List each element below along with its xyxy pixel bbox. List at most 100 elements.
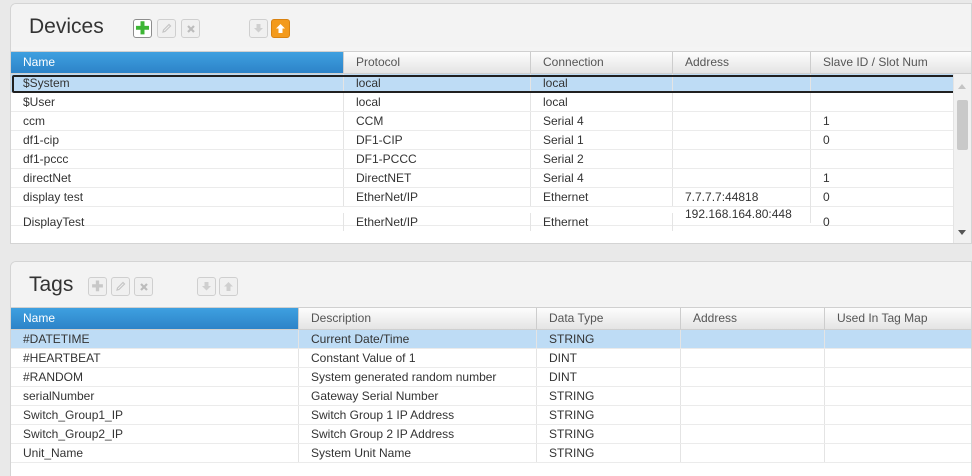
arrow-up-icon — [224, 282, 233, 291]
table-row[interactable]: Switch_Group1_IP Switch Group 1 IP Addre… — [11, 406, 971, 425]
cell-slave-id: 0 — [811, 213, 956, 231]
cell-name: #DATETIME — [11, 330, 299, 348]
scrollbar-thumb[interactable] — [957, 100, 968, 150]
cell-slave-id — [811, 93, 956, 111]
cell-protocol: DF1-CIP — [344, 131, 531, 149]
move-down-device-button[interactable] — [249, 19, 268, 38]
cell-used-in-tag-map — [825, 387, 971, 405]
edit-tag-button[interactable] — [111, 277, 130, 296]
tags-panel: Tags ✚ Name Description Data Type Addres… — [10, 261, 972, 476]
cell-name: #RANDOM — [11, 368, 299, 386]
cell-slave-id: 0 — [811, 131, 956, 149]
pencil-icon — [116, 281, 126, 291]
devices-title: Devices — [29, 15, 104, 38]
cell-data-type: STRING — [537, 330, 681, 348]
table-row[interactable]: #HEARTBEAT Constant Value of 1 DINT — [11, 349, 971, 368]
col-header-address[interactable]: Address — [673, 52, 811, 73]
scroll-down-arrow[interactable] — [958, 230, 966, 235]
cell-connection: local — [531, 74, 673, 92]
cell-name: $System — [11, 74, 344, 92]
cell-used-in-tag-map — [825, 425, 971, 443]
table-row[interactable]: directNet DirectNET Serial 4 1 — [11, 169, 956, 188]
arrow-down-icon — [254, 24, 263, 33]
cell-protocol: DirectNET — [344, 169, 531, 187]
table-row[interactable]: serialNumber Gateway Serial Number STRIN… — [11, 387, 971, 406]
cell-used-in-tag-map — [825, 330, 971, 348]
cell-protocol: DF1-PCCC — [344, 150, 531, 168]
cell-name: directNet — [11, 169, 344, 187]
cell-description: Switch Group 2 IP Address — [299, 425, 537, 443]
cell-connection: Ethernet — [531, 188, 673, 206]
table-row[interactable]: #DATETIME Current Date/Time STRING — [11, 330, 971, 349]
table-row[interactable]: df1-cip DF1-CIP Serial 1 0 — [11, 131, 956, 150]
cell-address — [681, 368, 825, 386]
cell-description: Switch Group 1 IP Address — [299, 406, 537, 424]
col-header-address[interactable]: Address — [681, 308, 825, 329]
col-header-protocol[interactable]: Protocol — [344, 52, 531, 73]
cell-address — [681, 425, 825, 443]
move-down-tag-button[interactable] — [197, 277, 216, 296]
col-header-description[interactable]: Description — [299, 308, 537, 329]
cell-address — [673, 150, 811, 168]
cell-connection: Serial 4 — [531, 112, 673, 130]
cell-data-type: STRING — [537, 444, 681, 462]
cell-description: Constant Value of 1 — [299, 349, 537, 367]
delete-device-button[interactable] — [181, 19, 200, 38]
cell-address — [673, 131, 811, 149]
plus-icon: ✚ — [135, 18, 150, 38]
arrow-up-icon — [276, 24, 285, 33]
tags-table-header: Name Description Data Type Address Used … — [11, 307, 971, 330]
col-header-name[interactable]: Name — [11, 52, 344, 73]
move-up-tag-button[interactable] — [219, 277, 238, 296]
cell-name: DisplayTest — [11, 213, 344, 231]
cell-slave-id — [811, 150, 956, 168]
add-tag-button[interactable]: ✚ — [88, 277, 107, 296]
cell-slave-id: 1 — [811, 112, 956, 130]
add-device-button[interactable]: ✚ — [133, 19, 152, 38]
table-row[interactable]: $User local local — [11, 93, 956, 112]
cell-slave-id: 1 — [811, 169, 956, 187]
cell-connection: Serial 1 — [531, 131, 673, 149]
edit-device-button[interactable] — [157, 19, 176, 38]
cell-connection: Serial 2 — [531, 150, 673, 168]
x-icon — [139, 282, 148, 291]
cell-address — [681, 349, 825, 367]
cell-description: System generated random number — [299, 368, 537, 386]
x-icon — [186, 24, 195, 33]
col-header-data-type[interactable]: Data Type — [537, 308, 681, 329]
cell-name: df1-cip — [11, 131, 344, 149]
table-row[interactable]: display test EtherNet/IP Ethernet 7.7.7.… — [11, 188, 956, 207]
tags-title: Tags — [29, 273, 74, 296]
cell-slave-id — [811, 74, 956, 92]
cell-address — [681, 330, 825, 348]
delete-tag-button[interactable] — [134, 277, 153, 296]
cell-protocol: EtherNet/IP — [344, 213, 531, 231]
devices-header: Devices ✚ — [11, 4, 971, 47]
cell-protocol: local — [344, 74, 531, 92]
col-header-name[interactable]: Name — [11, 308, 299, 329]
plus-icon: ✚ — [91, 278, 104, 294]
devices-scrollbar[interactable] — [953, 74, 971, 243]
move-up-device-button[interactable] — [271, 19, 290, 38]
table-row[interactable]: df1-pccc DF1-PCCC Serial 2 — [11, 150, 956, 169]
table-row[interactable]: Unit_Name System Unit Name STRING — [11, 444, 971, 463]
table-row[interactable]: ccm CCM Serial 4 1 — [11, 112, 956, 131]
cell-protocol: EtherNet/IP — [344, 188, 531, 206]
tags-header: Tags ✚ — [11, 262, 971, 305]
table-row[interactable]: DisplayTest EtherNet/IP Ethernet 192.168… — [11, 205, 956, 231]
table-row[interactable]: Switch_Group2_IP Switch Group 2 IP Addre… — [11, 425, 971, 444]
cell-data-type: DINT — [537, 349, 681, 367]
cell-used-in-tag-map — [825, 368, 971, 386]
cell-name: #HEARTBEAT — [11, 349, 299, 367]
cell-connection: Ethernet — [531, 213, 673, 231]
cell-address — [673, 112, 811, 130]
table-row[interactable]: #RANDOM System generated random number D… — [11, 368, 971, 387]
scroll-up-arrow[interactable] — [958, 84, 966, 89]
col-header-connection[interactable]: Connection — [531, 52, 673, 73]
table-row[interactable]: $System local local — [11, 74, 956, 93]
cell-slave-id: 0 — [811, 188, 956, 206]
cell-name: ccm — [11, 112, 344, 130]
col-header-used-in-tag-map[interactable]: Used In Tag Map — [825, 308, 971, 329]
col-header-slave-id[interactable]: Slave ID / Slot Num — [811, 52, 971, 73]
cell-data-type: DINT — [537, 368, 681, 386]
